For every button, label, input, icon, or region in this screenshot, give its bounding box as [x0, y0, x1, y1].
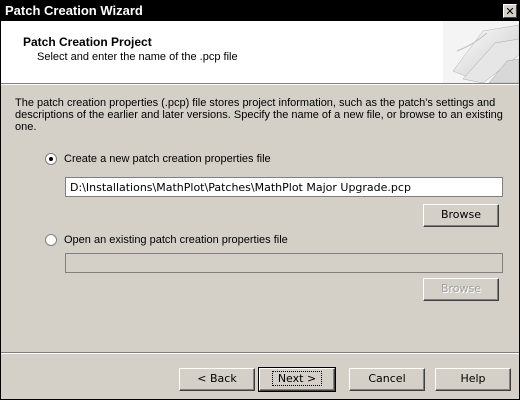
- new-file-path-input[interactable]: D:\Installations\MathPlot\Patches\MathPl…: [65, 177, 503, 197]
- wizard-window: Patch Creation Wizard ✕ Patch Creation P…: [0, 0, 520, 400]
- header-subtitle: Select and enter the name of the .pcp fi…: [37, 51, 238, 63]
- next-label: Next >: [271, 371, 323, 386]
- cancel-button[interactable]: Cancel: [349, 368, 425, 391]
- wizard-header: Patch Creation Project Select and enter …: [1, 21, 519, 83]
- browse-new-label: Browse: [440, 208, 482, 221]
- back-label: < Back: [197, 372, 237, 385]
- radio-button-open-existing[interactable]: [45, 234, 57, 246]
- help-label: Help: [460, 372, 486, 385]
- next-button[interactable]: Next >: [258, 367, 336, 392]
- radio-button-create-new[interactable]: [45, 153, 57, 165]
- close-button[interactable]: ✕: [503, 4, 517, 18]
- cancel-label: Cancel: [368, 372, 406, 385]
- back-button[interactable]: < Back: [179, 368, 255, 391]
- header-title: Patch Creation Project: [23, 35, 152, 49]
- browse-new-button[interactable]: Browse: [423, 204, 499, 227]
- header-divider: [1, 83, 519, 85]
- radio-open-existing[interactable]: Open an existing patch creation properti…: [45, 234, 288, 246]
- footer-divider: [1, 352, 519, 354]
- radio-create-new[interactable]: Create a new patch creation properties f…: [45, 153, 271, 165]
- browse-existing-button[interactable]: Browse: [423, 278, 499, 301]
- browse-existing-label: Browse: [440, 282, 482, 295]
- title-bar[interactable]: Patch Creation Wizard ✕: [1, 1, 519, 21]
- wizard-graphic-icon: [443, 21, 519, 83]
- radio-create-new-label: Create a new patch creation properties f…: [64, 153, 271, 165]
- radio-open-existing-label: Open an existing patch creation properti…: [64, 234, 288, 246]
- description-text: The patch creation properties (.pcp) fil…: [15, 97, 503, 133]
- close-icon: ✕: [505, 5, 515, 18]
- existing-file-path-input[interactable]: [65, 253, 503, 273]
- help-button[interactable]: Help: [435, 368, 511, 391]
- window-title: Patch Creation Wizard: [5, 3, 143, 18]
